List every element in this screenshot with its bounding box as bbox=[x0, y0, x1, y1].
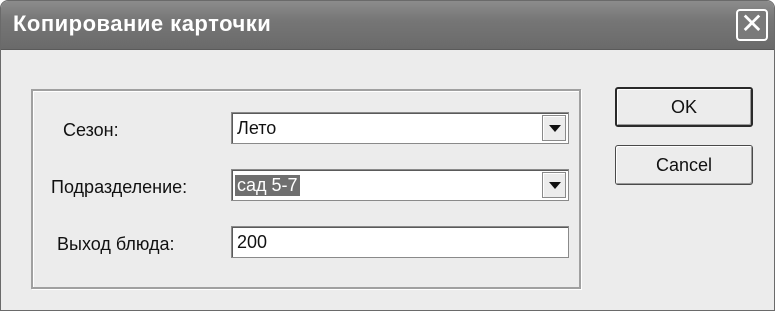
close-icon: ✕ bbox=[740, 7, 764, 40]
title-bar[interactable]: Копирование карточки ✕ bbox=[1, 1, 774, 50]
chevron-down-icon[interactable] bbox=[542, 172, 566, 198]
division-label: Подразделение: bbox=[51, 177, 188, 197]
close-button[interactable]: ✕ bbox=[736, 9, 768, 41]
chevron-down-icon[interactable] bbox=[542, 115, 566, 141]
dish-yield-label: Выход блюда: bbox=[57, 234, 175, 254]
dialog-window: Копирование карточки ✕ Сезон: Лето Подра… bbox=[0, 0, 775, 311]
ok-button[interactable]: OK bbox=[615, 87, 753, 127]
season-select[interactable]: Лето bbox=[231, 112, 569, 144]
division-select[interactable]: сад 5-7 bbox=[231, 169, 569, 201]
cancel-button[interactable]: Cancel bbox=[615, 145, 753, 185]
season-select-value: Лето bbox=[237, 118, 277, 138]
dish-yield-value: 200 bbox=[237, 232, 268, 252]
dialog-title: Копирование карточки bbox=[13, 11, 272, 36]
division-select-value: сад 5-7 bbox=[235, 175, 300, 196]
season-label: Сезон: bbox=[63, 120, 119, 140]
dish-yield-input[interactable]: 200 bbox=[231, 226, 569, 258]
